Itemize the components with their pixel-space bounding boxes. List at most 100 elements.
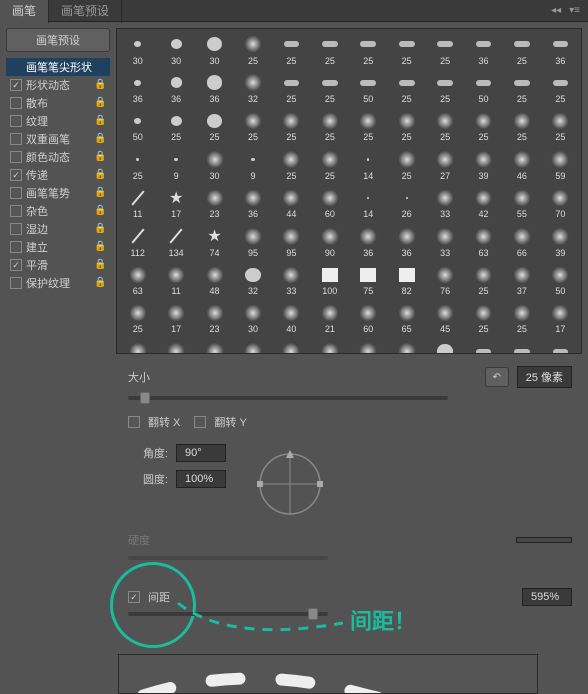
brush-cell[interactable]: 76 (426, 262, 463, 299)
brush-cell[interactable]: 25 (119, 300, 156, 337)
brush-cell[interactable]: 42 (465, 185, 502, 222)
brush-cell[interactable]: 25 (542, 338, 579, 354)
checkbox[interactable] (10, 259, 22, 271)
brush-cell[interactable]: 27 (426, 146, 463, 183)
brush-cell[interactable]: 45 (426, 300, 463, 337)
brush-cell[interactable]: 100 (311, 262, 348, 299)
sidebar-item[interactable]: 平滑🔒 (6, 256, 110, 274)
brush-cell[interactable]: 25 (503, 69, 540, 106)
brush-cell[interactable]: 30 (196, 146, 233, 183)
brush-cell[interactable]: 33 (426, 185, 463, 222)
brush-cell[interactable]: 36 (350, 223, 387, 260)
brush-cell[interactable]: 25 (388, 108, 425, 145)
brush-cell[interactable]: 50 (350, 69, 387, 106)
checkbox[interactable] (10, 151, 22, 163)
brush-cell[interactable]: 25 (503, 108, 540, 145)
flip-x-checkbox[interactable] (128, 416, 140, 428)
brush-cell[interactable]: 95 (273, 223, 310, 260)
brush-cell[interactable]: 17 (542, 300, 579, 337)
brush-cell[interactable]: 25 (426, 338, 463, 354)
spacing-slider[interactable] (128, 612, 328, 616)
brush-cell[interactable]: 25 (350, 108, 387, 145)
brush-cell[interactable]: 36 (465, 31, 502, 68)
flip-y-checkbox[interactable] (194, 416, 206, 428)
brush-cell[interactable]: 25 (273, 69, 310, 106)
checkbox[interactable] (10, 223, 22, 235)
checkbox[interactable] (10, 115, 22, 127)
brush-cell[interactable]: 14 (350, 185, 387, 222)
brush-cell[interactable]: 25 (273, 108, 310, 145)
spacing-checkbox[interactable] (128, 591, 140, 603)
sidebar-item[interactable]: 形状动态🔒 (6, 76, 110, 94)
checkbox[interactable] (10, 133, 22, 145)
brush-cell[interactable]: 32 (234, 69, 271, 106)
size-value[interactable]: 25 像素 (517, 366, 572, 388)
brush-cell[interactable]: 50 (465, 69, 502, 106)
sidebar-item[interactable]: 双重画笔🔒 (6, 130, 110, 148)
brush-cell[interactable]: 44 (273, 185, 310, 222)
brush-cell[interactable]: 25 (119, 146, 156, 183)
sidebar-item[interactable]: 湿边🔒 (6, 220, 110, 238)
brush-cell[interactable]: 25 (503, 300, 540, 337)
brush-cell[interactable]: 23 (350, 338, 387, 354)
brush-cell[interactable]: 25 (196, 108, 233, 145)
brush-cell[interactable]: 33 (273, 262, 310, 299)
brush-cell[interactable]: 82 (388, 262, 425, 299)
brush-cell[interactable]: 40 (273, 300, 310, 337)
brush-cell[interactable]: 25 (542, 108, 579, 145)
brush-cell[interactable]: 25 (157, 108, 194, 145)
sidebar-item[interactable]: 画笔笔尖形状 (6, 58, 110, 76)
brush-cell[interactable]: 20 (196, 338, 233, 354)
brush-cell[interactable]: 46 (503, 146, 540, 183)
brush-cell[interactable]: 45 (311, 338, 348, 354)
brush-cell[interactable]: 39 (542, 223, 579, 260)
brush-cell[interactable]: 25 (426, 69, 463, 106)
brush-cell[interactable]: 36 (388, 223, 425, 260)
brush-cell[interactable]: 70 (542, 185, 579, 222)
brush-cell[interactable]: 14 (350, 146, 387, 183)
brush-cell[interactable]: 25 (234, 31, 271, 68)
brush-cell[interactable]: 80 (503, 338, 540, 354)
brush-cell[interactable]: 30 (196, 31, 233, 68)
sidebar-item[interactable]: 画笔笔势🔒 (6, 184, 110, 202)
brush-cell[interactable]: 25 (273, 146, 310, 183)
sidebar-item[interactable]: 保护纹理🔒 (6, 274, 110, 292)
brush-cell[interactable]: 30 (157, 31, 194, 68)
brush-cell[interactable]: 90 (311, 223, 348, 260)
sidebar-item[interactable]: 建立🔒 (6, 238, 110, 256)
brush-cell[interactable]: 134 (157, 223, 194, 260)
brush-cell[interactable]: 25 (311, 69, 348, 106)
sidebar-item[interactable]: 传递🔒 (6, 166, 110, 184)
brush-cell[interactable]: ★17 (157, 185, 194, 222)
brush-cell[interactable]: 30 (234, 300, 271, 337)
brush-cell[interactable]: 112 (119, 223, 156, 260)
brush-cell[interactable]: 33 (426, 223, 463, 260)
checkbox[interactable] (10, 187, 22, 199)
brush-cell[interactable]: 36 (196, 69, 233, 106)
brush-cell[interactable]: 25 (465, 262, 502, 299)
brush-cell[interactable]: 63 (119, 262, 156, 299)
brush-cell[interactable]: 35 (388, 338, 425, 354)
brush-cell[interactable]: 63 (465, 223, 502, 260)
sidebar-item[interactable]: 杂色🔒 (6, 202, 110, 220)
sidebar-item[interactable]: 散布🔒 (6, 94, 110, 112)
brush-cell[interactable]: 30 (119, 31, 156, 68)
reset-size-button[interactable]: ↶ (485, 367, 509, 387)
angle-value[interactable]: 90° (176, 444, 226, 462)
brush-cell[interactable]: 11 (157, 262, 194, 299)
checkbox[interactable] (10, 205, 22, 217)
brush-cell[interactable]: 60 (311, 185, 348, 222)
brush-cell[interactable]: 17 (157, 300, 194, 337)
brush-cell[interactable]: 9 (157, 146, 194, 183)
angle-dial[interactable] (250, 444, 330, 524)
brush-cell[interactable]: 25 (273, 31, 310, 68)
brush-cell[interactable]: 25 (426, 108, 463, 145)
brush-cell[interactable]: 25 (350, 31, 387, 68)
brush-grid[interactable]: 3030302525252525253625363636363225255025… (116, 28, 582, 354)
brush-cell[interactable]: 65 (388, 300, 425, 337)
brush-cell[interactable]: 36 (234, 185, 271, 222)
brush-cell[interactable]: 25 (503, 31, 540, 68)
brush-cell[interactable]: 26 (388, 185, 425, 222)
size-slider-handle[interactable] (140, 392, 150, 404)
brush-cell[interactable]: 59 (542, 146, 579, 183)
